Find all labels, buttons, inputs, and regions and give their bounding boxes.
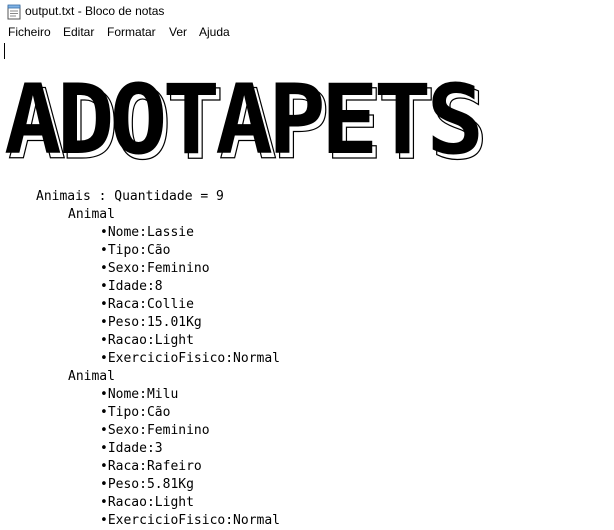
field-raca: •Raca:Collie <box>100 297 194 312</box>
field-nome: •Nome:Milu <box>100 387 179 402</box>
field-peso: •Peso:15.01Kg <box>100 315 202 330</box>
field-tipo: •Tipo:Cão <box>100 405 171 420</box>
animal-label: Animal <box>68 207 115 222</box>
field-peso: •Peso:5.81Kg <box>100 477 194 492</box>
menu-ver[interactable]: Ver <box>169 25 187 39</box>
menu-bar: Ficheiro Editar Formatar Ver Ajuda <box>0 24 614 42</box>
field-racao: •Racao:Light <box>100 333 194 348</box>
field-exercicio: •ExercicioFisico:Normal <box>100 351 281 366</box>
field-sexo: •Sexo:Feminino <box>100 261 210 276</box>
field-nome: •Nome:Lassie <box>100 225 194 240</box>
menu-ajuda[interactable]: Ajuda <box>199 25 230 39</box>
ascii-art-banner: ADOTAPETS ADOTAPETS <box>4 64 489 176</box>
menu-ficheiro[interactable]: Ficheiro <box>8 25 51 39</box>
field-raca: •Raca:Rafeiro <box>100 459 202 474</box>
field-tipo: •Tipo:Cão <box>100 243 171 258</box>
banner-title: ADOTAPETS <box>4 64 479 176</box>
field-idade: •Idade:8 <box>100 279 163 294</box>
header-line: Animais : Quantidade = 9 <box>36 189 224 204</box>
text-editor[interactable]: ADOTAPETS ADOTAPETS Animais : Quantidade… <box>0 42 614 530</box>
animal-label: Animal <box>68 369 115 384</box>
title-bar: output.txt - Bloco de notas <box>0 0 614 24</box>
window-title: output.txt - Bloco de notas <box>25 4 165 18</box>
field-idade: •Idade:3 <box>100 441 163 456</box>
notepad-icon <box>7 4 21 20</box>
field-racao: •Racao:Light <box>100 495 194 510</box>
menu-editar[interactable]: Editar <box>63 25 94 39</box>
field-sexo: •Sexo:Feminino <box>100 423 210 438</box>
field-exercicio: •ExercicioFisico:Normal <box>100 513 281 528</box>
menu-formatar[interactable]: Formatar <box>107 25 156 39</box>
